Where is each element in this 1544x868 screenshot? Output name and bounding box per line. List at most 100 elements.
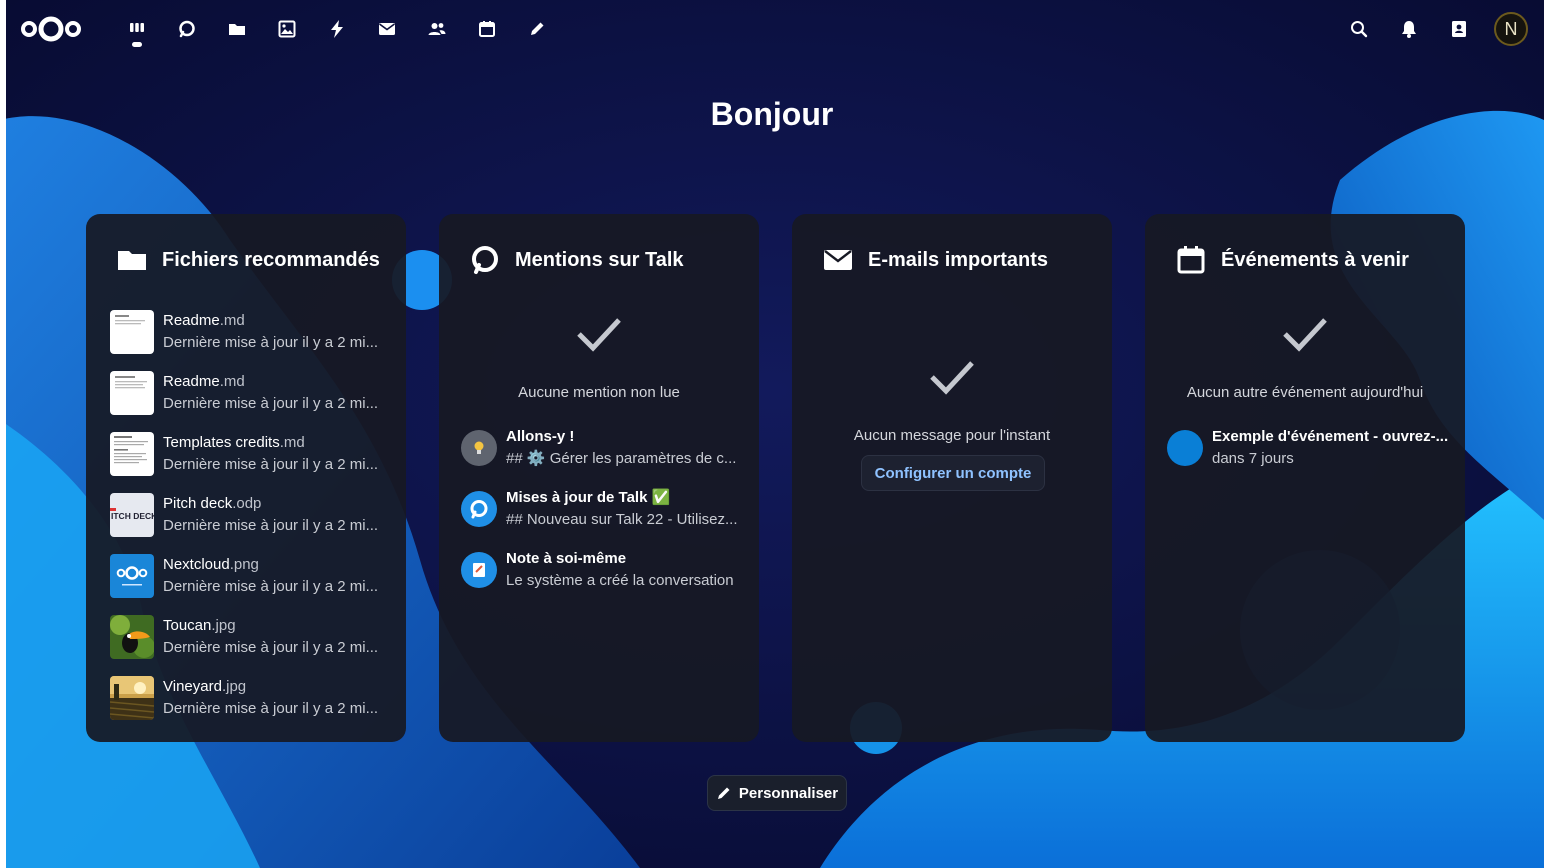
file-item[interactable]: Templates credits.md Dernière mise à jour…: [110, 432, 390, 482]
file-subtitle: Dernière mise à jour il y a 2 mi...: [163, 456, 379, 473]
file-extension: .png: [229, 556, 259, 573]
dashboard-icon: [130, 23, 144, 32]
contacts-icon: [428, 23, 446, 35]
document-thumbnail-icon: [110, 310, 154, 354]
mail-icon: [824, 250, 852, 270]
app-dashboard[interactable]: [112, 0, 162, 58]
slides-thumbnail-text: ITCH DECK: [111, 511, 154, 521]
file-subtitle: Dernière mise à jour il y a 2 mi...: [163, 578, 379, 595]
conversation-item[interactable]: Note à soi-même Le système a créé la conv…: [461, 548, 751, 592]
mail-icon: [379, 23, 395, 35]
configure-account-button[interactable]: Configurer un compte: [861, 455, 1045, 491]
empty-state-message: Aucun autre événement aujourd'hui: [1186, 384, 1424, 401]
file-name: Pitch deck: [163, 495, 233, 512]
calendar-icon: [479, 21, 495, 37]
conversation-subtitle: ## Nouveau sur Talk 22 - Utilisez...: [506, 511, 738, 528]
image-icon: [278, 20, 296, 38]
event-subtitle: dans 7 jours: [1212, 450, 1294, 467]
lightbulb-icon: [461, 430, 497, 466]
calendar-icon: [1177, 246, 1205, 274]
header-bar: N: [0, 0, 1544, 58]
folder-icon: [229, 24, 245, 35]
file-subtitle: Dernière mise à jour il y a 2 mi...: [163, 639, 379, 656]
app-notes[interactable]: [512, 0, 562, 58]
conversation-subtitle: Le système a créé la conversation: [506, 572, 734, 589]
talk-icon: [461, 491, 497, 527]
checkmark-icon: [930, 361, 974, 395]
app-menu: [112, 0, 562, 58]
header-right: N: [1334, 0, 1544, 58]
file-item[interactable]: Vineyard.jpg Dernière mise à jour il y a …: [110, 676, 390, 726]
note-icon: [461, 552, 497, 588]
contacts-menu-button[interactable]: [1434, 0, 1484, 58]
file-item[interactable]: Readme.md Dernière mise à jour il y a 2 m…: [110, 310, 390, 360]
app-photos[interactable]: [262, 0, 312, 58]
widget-title: E-mails importants: [868, 248, 1049, 271]
file-item[interactable]: ITCH DECK Pitch deck.odp Dernière mise à …: [110, 493, 390, 543]
widget-header: Événements à venir: [1175, 244, 1409, 276]
nextcloud-logo-icon[interactable]: [20, 14, 82, 44]
file-extension: .md: [279, 434, 305, 451]
file-item[interactable]: Nextcloud.png Dernière mise à jour il y a…: [110, 554, 390, 604]
file-extension: .odp: [232, 495, 262, 512]
file-name: Vineyard: [163, 678, 222, 695]
bell-icon: [1402, 21, 1416, 38]
conversation-title: Allons-y !: [506, 428, 575, 445]
widget-header: Mentions sur Talk: [469, 244, 684, 276]
notifications-button[interactable]: [1384, 0, 1434, 58]
checkmark-icon: [1283, 318, 1327, 352]
conversation-item[interactable]: Allons-y ! ## ⚙️ Gérer les paramètres de …: [461, 426, 751, 470]
user-avatar[interactable]: N: [1494, 12, 1528, 46]
pencil-icon: [531, 22, 544, 35]
file-name: Readme: [163, 373, 220, 390]
event-color-dot-icon: [1167, 430, 1203, 466]
app-mail[interactable]: [362, 0, 412, 58]
event-item[interactable]: Exemple d'événement - ouvrez-... dans 7 j…: [1167, 426, 1457, 470]
upcoming-events-widget: Événements à venir Aucun autre événement…: [1145, 214, 1465, 742]
file-subtitle: Dernière mise à jour il y a 2 mi...: [163, 334, 379, 351]
file-subtitle: Dernière mise à jour il y a 2 mi...: [163, 517, 379, 534]
app-talk[interactable]: [162, 0, 212, 58]
file-subtitle: Dernière mise à jour il y a 2 mi...: [163, 395, 379, 412]
file-name: Nextcloud: [163, 556, 230, 573]
widget-header: E-mails importants: [822, 244, 1048, 276]
document-thumbnail-icon: [110, 371, 154, 415]
customize-button[interactable]: Personnaliser: [707, 775, 847, 811]
recommended-files-widget: Fichiers recommandés Readme.md Dernière m…: [86, 214, 406, 742]
empty-state-message: Aucune mention non lue: [518, 384, 680, 401]
pencil-icon: [717, 787, 730, 799]
file-name: Templates credits: [163, 434, 280, 451]
talk-icon: [179, 20, 195, 38]
file-name: Toucan: [163, 617, 212, 634]
nextcloud-image-thumbnail-icon: [110, 554, 154, 598]
app-contacts[interactable]: [412, 0, 462, 58]
window-edge: [0, 0, 6, 868]
event-title: Exemple d'événement - ouvrez-...: [1212, 428, 1449, 445]
widget-title: Fichiers recommandés: [162, 248, 380, 271]
file-item[interactable]: Readme.md Dernière mise à jour il y a 2 m…: [110, 371, 390, 421]
conversation-item[interactable]: Mises à jour de Talk ✅ ## Nouveau sur Tal…: [461, 487, 751, 531]
unified-search-button[interactable]: [1334, 0, 1384, 58]
checkmark-icon: [577, 318, 621, 352]
widget-title: Mentions sur Talk: [515, 248, 684, 271]
lightning-icon: [331, 20, 343, 38]
app-calendar[interactable]: [462, 0, 512, 58]
contacts-book-icon: [1452, 21, 1466, 37]
file-extension: .md: [219, 373, 245, 390]
folder-icon: [118, 251, 146, 270]
conversation-title: Mises à jour de Talk ✅: [506, 489, 671, 506]
vineyard-photo-thumbnail-icon: [110, 676, 154, 720]
file-item[interactable]: Toucan.jpg Dernière mise à jour il y a 2 …: [110, 615, 390, 665]
document-thumbnail-icon: [110, 432, 154, 476]
app-files[interactable]: [212, 0, 262, 58]
file-subtitle: Dernière mise à jour il y a 2 mi...: [163, 700, 379, 717]
greeting-title: Bonjour: [710, 96, 834, 132]
app-activity[interactable]: [312, 0, 362, 58]
important-emails-widget: E-mails importants Aucun message pour l'…: [792, 214, 1112, 742]
widget-header: Fichiers recommandés: [116, 244, 380, 276]
empty-state-message: Aucun message pour l'instant: [853, 427, 1051, 444]
file-extension: .jpg: [211, 617, 236, 634]
file-extension: .md: [219, 312, 245, 329]
toucan-photo-thumbnail-icon: [110, 615, 154, 659]
search-icon: [1351, 21, 1368, 38]
